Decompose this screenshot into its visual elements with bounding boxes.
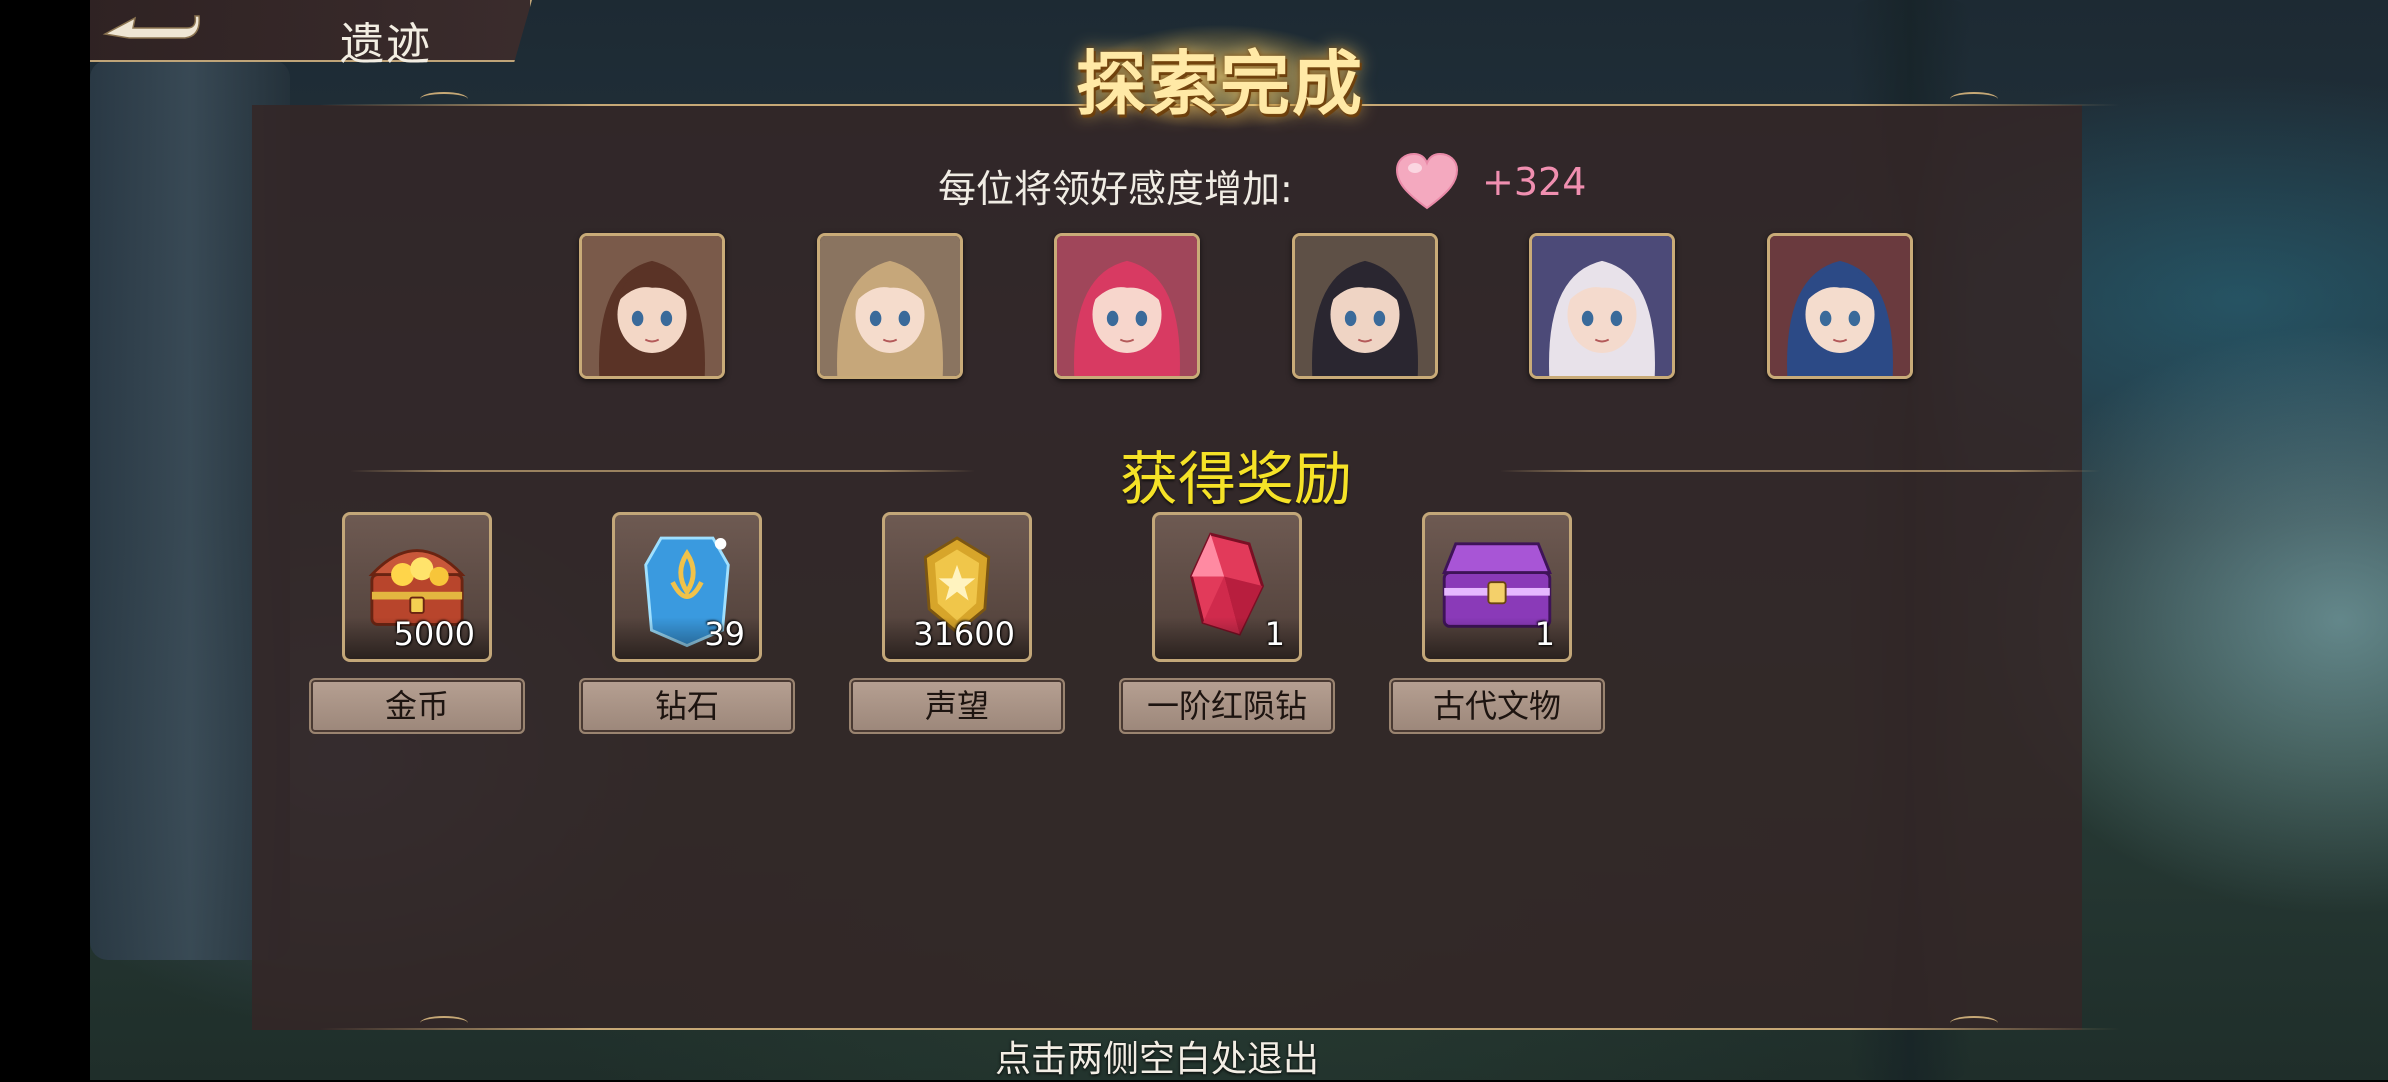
- reward-count: 31600: [913, 615, 1015, 653]
- reward-diamond-tile[interactable]: 39: [612, 512, 762, 662]
- reward-label-diamond: 钻石: [579, 678, 795, 734]
- hero-face-icon: [820, 236, 960, 376]
- reward-label-artifact: 古代文物: [1389, 678, 1605, 734]
- page-title: 遗迹: [340, 19, 432, 70]
- reward-count: 1: [1534, 615, 1555, 653]
- reward-label-reputation: 声望: [849, 678, 1065, 734]
- hero-face-icon: [1532, 236, 1672, 376]
- hero-portrait-1[interactable]: [579, 233, 725, 379]
- reward-artifact-tile[interactable]: 1: [1422, 512, 1572, 662]
- exploration-complete-title: 探索完成: [1076, 43, 1364, 125]
- back-arrow-icon[interactable]: [95, 4, 205, 52]
- hero-portrait-3[interactable]: [1054, 233, 1200, 379]
- exit-hint: 点击两侧空白处退出: [995, 1039, 1320, 1080]
- reward-red-gem-tile[interactable]: 1: [1152, 512, 1302, 662]
- hero-face-icon: [1057, 236, 1197, 376]
- hero-portrait-2[interactable]: [817, 233, 963, 379]
- ornament-top-left: [420, 92, 468, 106]
- ornament-bottom-right: [1950, 1016, 1998, 1030]
- hero-portrait-6[interactable]: [1767, 233, 1913, 379]
- hero-face-icon: [1770, 236, 1910, 376]
- heart-icon: [1395, 152, 1459, 210]
- hero-portrait-4[interactable]: [1292, 233, 1438, 379]
- hero-face-icon: [582, 236, 722, 376]
- ornament-bottom-left: [420, 1016, 468, 1030]
- hero-portrait-5[interactable]: [1529, 233, 1675, 379]
- reward-count: 1: [1264, 615, 1285, 653]
- hero-face-icon: [1295, 236, 1435, 376]
- ornament-top-right: [1950, 92, 1998, 106]
- affinity-label: 每位将领好感度增加:: [938, 167, 1293, 211]
- affinity-value: +324: [1482, 160, 1587, 204]
- rewards-divider-right: [1500, 470, 2100, 472]
- reward-count: 5000: [393, 615, 475, 653]
- reward-label-gold: 金币: [309, 678, 525, 734]
- rewards-title: 获得奖励: [1120, 445, 1353, 513]
- reward-label-red-gem: 一阶红陨钻: [1119, 678, 1335, 734]
- reward-count: 39: [704, 615, 745, 653]
- reward-reputation-tile[interactable]: 31600: [882, 512, 1032, 662]
- reward-gold-tile[interactable]: 5000: [342, 512, 492, 662]
- rewards-divider-left: [350, 470, 975, 472]
